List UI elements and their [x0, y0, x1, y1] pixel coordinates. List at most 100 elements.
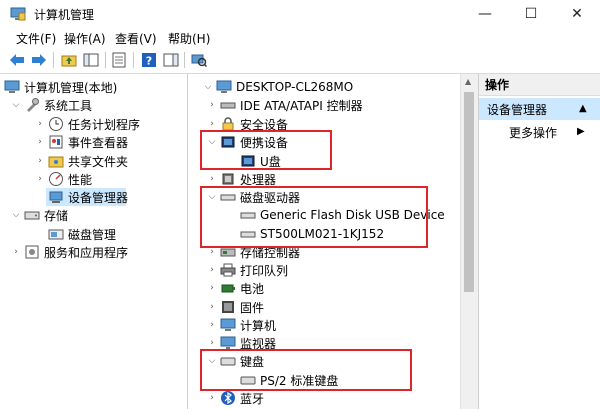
svg-text:?: ?	[146, 55, 152, 68]
maximize-button[interactable]: ☐	[508, 0, 554, 28]
tree-item-task-scheduler[interactable]: › 任务计划程序	[34, 115, 140, 133]
action-device-manager[interactable]: 设备管理器 ▲	[479, 98, 600, 120]
menu-file[interactable]: 文件(F)	[14, 30, 58, 47]
chevron-right-icon[interactable]: ›	[206, 320, 218, 330]
tree-item-system-tools[interactable]: ⌵ 系统工具	[10, 96, 92, 114]
up-folder-button[interactable]	[60, 51, 78, 69]
scroll-up-icon[interactable]: ▲	[465, 77, 471, 86]
storage-icon	[24, 207, 40, 223]
device-category-bluetooth[interactable]: › 蓝牙	[206, 389, 264, 407]
chevron-right-icon[interactable]: ›	[206, 174, 218, 184]
tree-item-device-manager[interactable]: 设备管理器	[46, 188, 128, 206]
scrollbar-thumb[interactable]	[464, 92, 474, 292]
tree-item-label: 共享文件夹	[68, 154, 129, 169]
submenu-arrow-icon: ▶	[577, 126, 585, 137]
device-category-print-queue[interactable]: › 打印队列	[206, 261, 288, 279]
chevron-right-icon[interactable]: ›	[34, 156, 46, 166]
chevron-right-icon[interactable]: ›	[206, 119, 218, 129]
device-category-ide[interactable]: › IDE ATA/ATAPI 控制器	[206, 96, 362, 114]
ide-controller-icon	[220, 97, 236, 113]
performance-icon	[48, 171, 64, 187]
device-category-battery[interactable]: › 电池	[206, 279, 264, 297]
chevron-right-icon[interactable]: ›	[34, 119, 46, 129]
collapse-up-icon[interactable]: ▲	[579, 103, 587, 114]
scan-hardware-button[interactable]	[190, 51, 208, 69]
chevron-right-icon[interactable]: ›	[206, 100, 218, 110]
tree-item-label: 事件查看器	[68, 135, 129, 150]
device-tree-label: 处理器	[240, 172, 277, 187]
tree-item-label: 存储	[44, 208, 69, 223]
menu-bar: 文件(F) 操作(A) 查看(V) 帮助(H)	[0, 28, 600, 48]
tools-icon	[24, 97, 40, 113]
action-pane-icon	[163, 53, 179, 67]
chevron-down-icon[interactable]: ⌵	[10, 100, 22, 110]
services-icon	[24, 244, 40, 260]
action-pane-button[interactable]	[162, 51, 180, 69]
minimize-button[interactable]: —	[462, 0, 508, 28]
back-button[interactable]	[8, 51, 26, 69]
chevron-right-icon[interactable]: ›	[206, 302, 218, 312]
tree-item-disk-management[interactable]: 磁盘管理	[46, 225, 116, 243]
event-log-icon	[48, 134, 64, 150]
tree-item-storage[interactable]: ⌵ 存储	[10, 206, 68, 224]
device-category-computer[interactable]: › 计算机	[206, 316, 276, 334]
menu-view[interactable]: 查看(V)	[113, 30, 159, 47]
menu-help[interactable]: 帮助(H)	[166, 30, 212, 47]
device-manager-icon	[48, 189, 64, 205]
chevron-down-icon[interactable]: ⌵	[202, 82, 214, 92]
chevron-right-icon[interactable]: ›	[206, 247, 218, 257]
maximize-icon: ☐	[524, 6, 538, 22]
device-tree-root[interactable]: ⌵ DESKTOP-CL268MO	[202, 78, 354, 96]
device-tree: ⌵ DESKTOP-CL268MO › IDE ATA/ATAPI 控制器 › …	[188, 74, 460, 409]
scan-hardware-icon	[191, 54, 207, 68]
tree-item-label: 服务和应用程序	[44, 245, 129, 260]
tree-item-label: 性能	[68, 172, 93, 187]
toolbar-separator	[53, 52, 54, 68]
device-category-firmware[interactable]: › 固件	[206, 298, 264, 316]
chevron-right-icon[interactable]: ›	[206, 283, 218, 293]
help-button[interactable]: ?	[140, 51, 158, 69]
forward-arrow-icon	[32, 54, 46, 66]
annotation-box-portable	[200, 130, 332, 170]
properties-button[interactable]	[110, 51, 128, 69]
menu-action[interactable]: 操作(A)	[62, 30, 108, 47]
tree-item-event-viewer[interactable]: › 事件查看器	[34, 133, 128, 151]
device-tree-label: 固件	[240, 300, 265, 315]
chevron-right-icon[interactable]: ›	[34, 137, 46, 147]
forward-button[interactable]	[30, 51, 48, 69]
close-button[interactable]: ✕	[554, 0, 600, 28]
show-hide-tree-button[interactable]	[82, 51, 100, 69]
action-label: 更多操作	[509, 125, 558, 140]
chevron-right-icon[interactable]: ›	[206, 393, 218, 403]
tree-item-label: 系统工具	[44, 98, 93, 113]
tree-item-services-apps[interactable]: › 服务和应用程序	[10, 243, 128, 261]
device-tree-label: DESKTOP-CL268MO	[236, 80, 354, 94]
toolbar: ?	[0, 48, 600, 74]
device-tree-label: 蓝牙	[240, 391, 265, 406]
chevron-right-icon[interactable]: ›	[10, 247, 22, 257]
minimize-icon: —	[478, 6, 492, 22]
toolbar-separator	[133, 52, 134, 68]
shared-folder-icon	[48, 153, 64, 169]
tree-item-shared-folders[interactable]: › 共享文件夹	[34, 152, 128, 170]
action-pane-header: 操作	[479, 74, 600, 96]
chevron-right-icon[interactable]: ›	[206, 338, 218, 348]
console-tree-icon	[83, 53, 99, 67]
chevron-down-icon[interactable]: ⌵	[10, 210, 22, 220]
computer-management-icon	[10, 6, 26, 22]
chevron-right-icon[interactable]: ›	[206, 265, 218, 275]
battery-icon	[220, 280, 236, 296]
device-tree-label: 电池	[240, 281, 265, 296]
tree-item-root[interactable]: 计算机管理(本地)	[2, 78, 117, 96]
tree-item-label: 计算机管理(本地)	[24, 80, 118, 95]
annotation-box-disk-drives	[200, 186, 428, 248]
action-label: 设备管理器	[487, 102, 548, 117]
action-more[interactable]: 更多操作 ▶	[479, 122, 600, 142]
tree-item-performance[interactable]: › 性能	[34, 170, 92, 188]
clock-icon	[48, 116, 64, 132]
chevron-right-icon[interactable]: ›	[34, 174, 46, 184]
toolbar-separator	[105, 52, 106, 68]
close-icon: ✕	[571, 6, 583, 22]
window-title: 计算机管理	[34, 8, 95, 22]
device-tree-scrollbar[interactable]: ▲	[460, 74, 478, 409]
